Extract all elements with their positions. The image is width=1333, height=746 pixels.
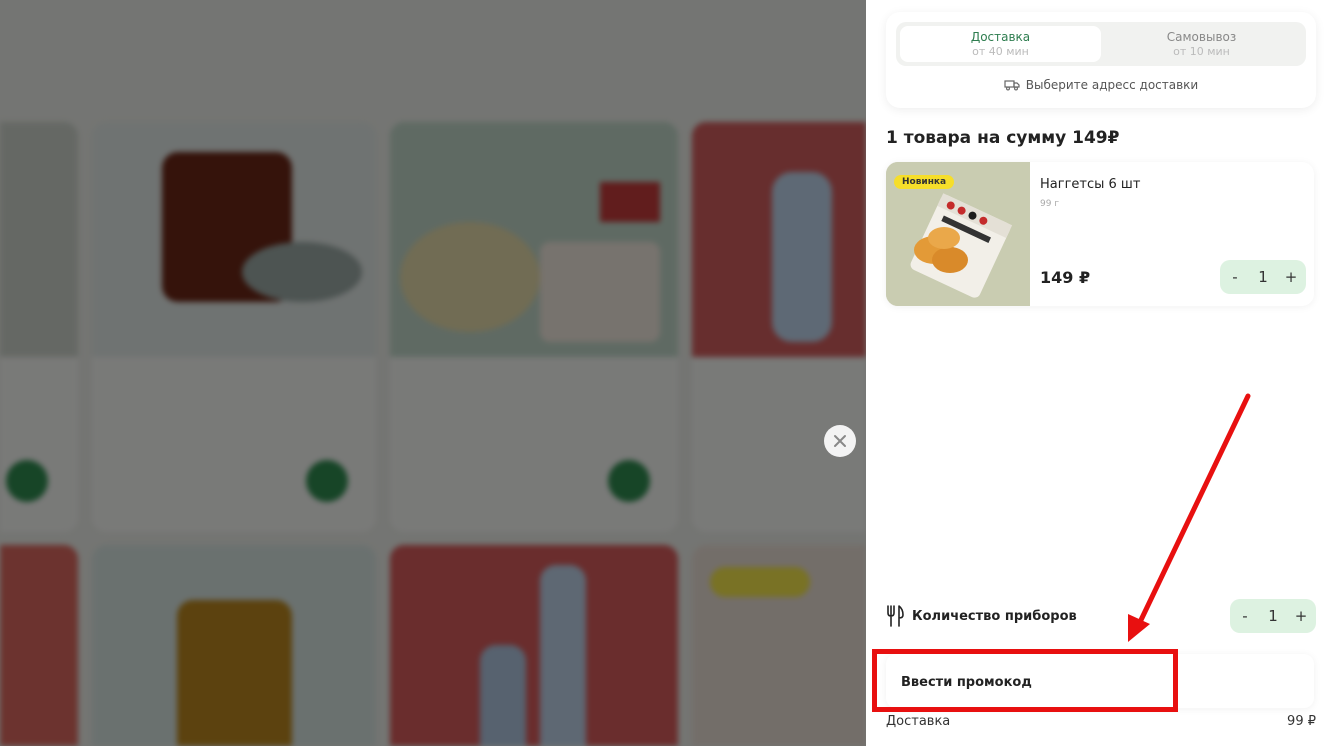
cutlery-decrease-button[interactable]: - [1238, 607, 1252, 625]
delivery-cost-row: Доставка 99 ₽ [886, 714, 1316, 729]
decrease-button[interactable]: - [1228, 268, 1242, 286]
item-quantity-stepper: - 1 + [1220, 260, 1306, 294]
address-prompt: Выберите адресс доставки [1025, 78, 1199, 92]
item-price: 149 ₽ [1040, 268, 1091, 287]
truck-icon [1004, 80, 1020, 91]
cutlery-quantity-value: 1 [1268, 607, 1278, 625]
cart-item: Новинка Наггетсы 6 шт 99 г 149 ₽ - 1 + [886, 162, 1314, 306]
item-name: Наггетсы 6 шт [1040, 177, 1141, 192]
delivery-method-card: Доставка от 40 мин Самовывоз от 10 мин В… [886, 12, 1316, 108]
cart-summary: 1 товара на сумму 149₽ [886, 128, 1120, 148]
item-weight: 99 г [1040, 199, 1060, 209]
close-icon [834, 435, 846, 447]
delivery-cost-label: Доставка [886, 714, 951, 729]
quantity-value: 1 [1258, 268, 1268, 286]
fork-knife-icon [887, 605, 904, 627]
close-cart-button[interactable] [824, 425, 856, 457]
tab-pickup[interactable]: Самовывоз от 10 мин [1101, 26, 1302, 62]
tab-pickup-time: от 10 мин [1173, 45, 1230, 58]
tab-delivery[interactable]: Доставка от 40 мин [900, 26, 1101, 62]
delivery-method-toggle: Доставка от 40 мин Самовывоз от 10 мин [896, 22, 1306, 66]
tab-delivery-time: от 40 мин [972, 45, 1029, 58]
select-address-link[interactable]: Выберите адресс доставки [886, 78, 1316, 92]
cutlery-label: Количество приборов [912, 608, 1077, 624]
tab-delivery-label: Доставка [970, 30, 1031, 44]
increase-button[interactable]: + [1284, 268, 1298, 286]
cutlery-increase-button[interactable]: + [1294, 607, 1308, 625]
delivery-cost-value: 99 ₽ [1287, 714, 1316, 729]
annotation-highlight-box [872, 649, 1178, 712]
new-badge: Новинка [894, 175, 955, 189]
tab-pickup-label: Самовывоз [1166, 30, 1237, 44]
product-image: Новинка [886, 162, 1030, 306]
cutlery-quantity-stepper: - 1 + [1230, 599, 1316, 633]
modal-backdrop[interactable] [0, 0, 866, 746]
cart-panel: Доставка от 40 мин Самовывоз от 10 мин В… [866, 0, 1333, 746]
cutlery-row: Количество приборов - 1 + [886, 598, 1316, 634]
